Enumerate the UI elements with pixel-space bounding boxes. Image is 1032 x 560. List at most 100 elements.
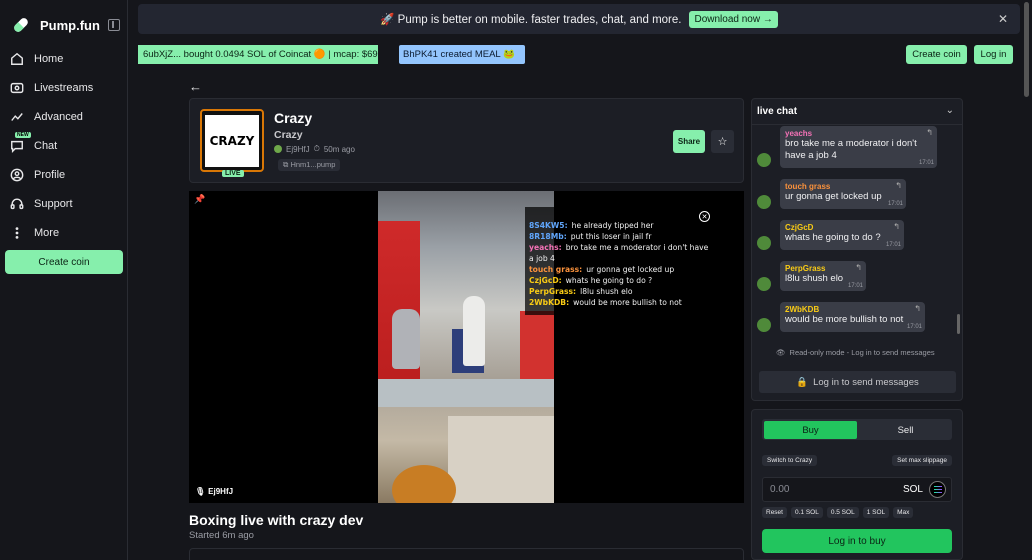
video-scene-person	[463, 296, 485, 366]
chat-login-label: Log in to send messages	[813, 376, 919, 388]
max-slippage-button[interactable]: Set max slippage	[892, 455, 952, 466]
chat-login-button[interactable]: 🔒 Log in to send messages	[759, 371, 956, 393]
coin-name: Crazy	[274, 110, 313, 126]
pin-icon[interactable]: 📌	[194, 194, 205, 205]
streamer-name: Ej9HfJ	[208, 487, 234, 496]
tab-sell[interactable]: Sell	[859, 421, 952, 439]
quick-amount-button[interactable]: 0.1 SOL	[790, 507, 823, 518]
overlay-chat-user: PerpGrass:	[529, 287, 577, 296]
create-coin-button[interactable]: Create coin	[906, 45, 967, 64]
coin-meta: Ej9HfJ ⏱ 50m ago	[274, 144, 355, 154]
livestream-video[interactable]: 📌 8S4KW5: he already tipped her 8R18Mb: pu…	[189, 191, 744, 503]
overlay-chat-text: l8lu shush elo	[580, 287, 633, 296]
video-scene-table	[448, 416, 554, 503]
amount-field[interactable]: 0.00 SOL	[762, 477, 952, 502]
chevron-down-icon[interactable]: ⌄	[946, 105, 954, 116]
quick-amount-button[interactable]: 1 SOL	[862, 507, 890, 518]
created-ticker[interactable]: BhPK41 created MEAL 🐸	[399, 45, 525, 64]
quick-amount-button[interactable]: 0.5 SOL	[826, 507, 859, 518]
headset-icon	[10, 198, 24, 209]
overlay-chat-line: touch grass: ur gonna get locked up	[529, 264, 715, 275]
sidebar-nav: Home Livestreams Advanced NEW Chat Profi…	[0, 44, 128, 247]
sidebar-collapse-icon[interactable]	[108, 19, 120, 31]
chat-text: have a job 4	[785, 150, 837, 161]
quick-max-button[interactable]: Max	[893, 507, 914, 518]
login-button[interactable]: Log in	[974, 45, 1013, 64]
stream-started: Started 6m ago	[189, 530, 254, 541]
sidebar-item-label: Livestreams	[34, 81, 94, 94]
brand[interactable]: Pump.fun	[10, 14, 100, 36]
back-arrow-icon[interactable]: ←	[189, 79, 202, 94]
overlay-chat-text: ur gonna get locked up	[586, 265, 675, 274]
contract-address[interactable]: ⧉ Hnm1...pump	[278, 159, 341, 171]
amount-input[interactable]: 0.00	[770, 484, 789, 495]
chat-user[interactable]: PerpGrass	[785, 264, 861, 273]
tab-buy[interactable]: Buy	[764, 421, 857, 439]
reply-icon[interactable]: ↰	[855, 263, 862, 272]
sidebar-item-livestreams[interactable]: Livestreams	[0, 73, 128, 102]
chat-bubble: ↰ touch grass ur gonna get locked up 17:…	[780, 179, 906, 209]
reply-icon[interactable]: ↰	[914, 304, 921, 313]
chat-user[interactable]: yeachs	[785, 129, 932, 138]
chat-user[interactable]: 2WbKDB	[785, 305, 920, 314]
sidebar-item-label: Support	[34, 197, 73, 210]
mobile-banner: 🚀 Pump is better on mobile. faster trade…	[138, 4, 1020, 34]
reply-icon[interactable]: ↰	[895, 181, 902, 190]
reply-icon[interactable]: ↰	[893, 222, 900, 231]
avatar	[757, 153, 771, 167]
coin-age: 50m ago	[323, 144, 355, 154]
overlay-chat-user: 8S4KW5:	[529, 221, 568, 230]
lock-icon: 🔒	[796, 376, 809, 388]
chat-bubble: ↰ CzjGcD whats he going to do ? 17:01	[780, 220, 904, 250]
chat-title: live chat	[757, 106, 798, 117]
share-button[interactable]: Share	[673, 130, 705, 153]
reply-icon[interactable]: ↰	[926, 128, 933, 137]
sidebar-item-label: More	[34, 226, 60, 239]
coin-image-text: CRAZY	[205, 114, 259, 167]
quick-reset-button[interactable]: Reset	[762, 507, 787, 518]
home-icon	[11, 52, 23, 65]
avatar	[757, 236, 771, 250]
sidebar-create-coin-button[interactable]: Create coin	[5, 250, 123, 274]
close-icon[interactable]: ✕	[998, 12, 1008, 26]
star-icon[interactable]: ☆	[711, 130, 734, 153]
live-badge: LIVE	[222, 170, 244, 177]
sidebar-item-advanced[interactable]: Advanced	[0, 102, 128, 131]
chat-scrollbar[interactable]	[957, 314, 960, 334]
brand-name: Pump.fun	[40, 17, 100, 33]
video-scene-mascot	[392, 309, 420, 369]
creator-name[interactable]: Ej9HfJ	[286, 145, 310, 154]
sidebar-item-support[interactable]: Support	[0, 189, 128, 218]
amount-unit: SOL	[902, 484, 923, 495]
overlay-chat-user: CzjGcD:	[529, 276, 562, 285]
sidebar-item-more[interactable]: More	[0, 218, 128, 247]
avatar	[757, 195, 771, 209]
sidebar-item-label: Home	[34, 52, 64, 65]
switch-token-button[interactable]: Switch to Crazy	[762, 455, 818, 466]
login-to-buy-button[interactable]: Log in to buy	[762, 529, 952, 553]
eye-icon: 👁	[776, 348, 786, 357]
chat-text: bro take me a moderator i don't	[785, 138, 917, 149]
chat-icon	[11, 140, 23, 153]
chat-user[interactable]: CzjGcD	[785, 223, 899, 232]
sidebar-item-chat[interactable]: NEW Chat	[0, 131, 128, 160]
trade-ticker[interactable]: 6ubXjZ... bought 0.0494 SOL of Coincat 🟠…	[138, 45, 378, 64]
page-scrollbar[interactable]	[1022, 0, 1032, 560]
download-now-button[interactable]: Download now →	[689, 10, 778, 28]
chat-time: 17:01	[918, 160, 934, 166]
trade-tabs: Buy Sell	[762, 419, 952, 440]
banner-text: 🚀 Pump is better on mobile. faster trade…	[380, 14, 682, 26]
chart-icon	[11, 112, 23, 121]
clock-icon: ⏱	[313, 144, 320, 153]
creator-avatar	[274, 145, 282, 153]
lower-card	[189, 548, 744, 560]
readonly-notice: 👁 Read-only mode - Log in to send messag…	[776, 348, 935, 357]
sidebar-item-home[interactable]: Home	[0, 44, 128, 73]
close-overlay-icon[interactable]: ✕	[699, 211, 710, 222]
chat-bubble: ↰ PerpGrass l8lu shush elo 17:01	[780, 261, 866, 291]
page-scrollbar-thumb[interactable]	[1024, 2, 1029, 97]
user-icon	[10, 168, 24, 181]
overlay-chat-text: he already tipped her	[571, 221, 654, 230]
sidebar-item-profile[interactable]: Profile	[0, 160, 128, 189]
chat-user[interactable]: touch grass	[785, 182, 901, 191]
